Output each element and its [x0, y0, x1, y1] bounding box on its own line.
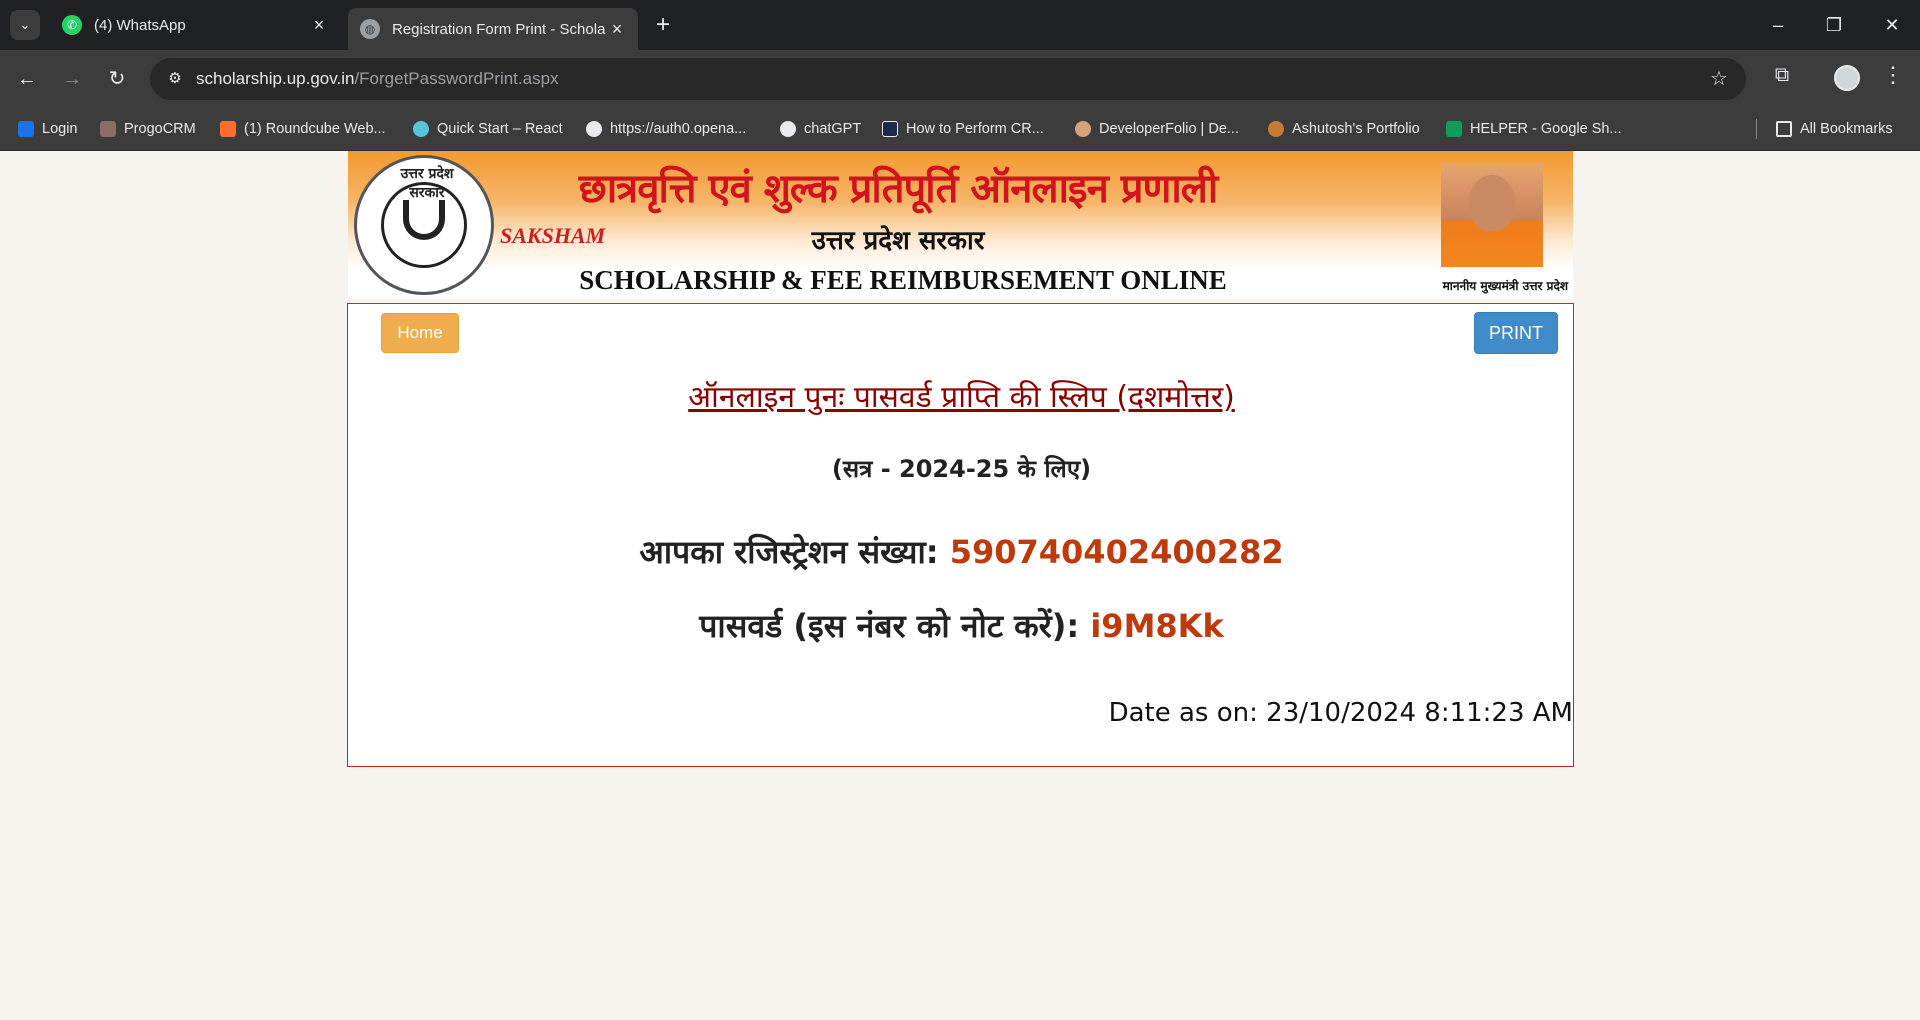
- restore-button[interactable]: ❐: [1814, 10, 1854, 40]
- cpanel-icon: [220, 121, 236, 137]
- bookmark-item[interactable]: DeveloperFolio | De...: [1075, 118, 1239, 140]
- banner-english-title: SCHOLARSHIP & FEE REIMBURSEMENT ONLINE S…: [579, 265, 1227, 299]
- bookmark-item[interactable]: How to Perform CR...: [882, 118, 1044, 140]
- extensions-icon[interactable]: ⧉: [1768, 64, 1796, 92]
- saksham-logo-text: SAKSHAM: [500, 223, 606, 248]
- banner-hindi-title: छात्रवृत्ति एवं शुल्क प्रतिपूर्ति ऑनलाइन…: [578, 166, 1218, 212]
- bookmark-item[interactable]: Login: [18, 118, 77, 140]
- password-row: पासवर्ड (इस नंबर को नोट करें): i9M8Kk: [348, 604, 1575, 647]
- password-slip-panel: Home PRINT ऑनलाइन पुनः पासवर्ड प्राप्ति …: [347, 303, 1574, 767]
- tab-title: Registration Form Print - Schola: [392, 20, 606, 38]
- banner-state-name: उत्तर प्रदेश सरकार: [811, 226, 985, 256]
- registration-number-row: आपका रजिस्ट्रेशन संख्या: 590740402400282: [348, 530, 1575, 573]
- avatar[interactable]: [1834, 65, 1860, 91]
- chief-minister-photo: [1441, 163, 1543, 267]
- url-text[interactable]: scholarship.up.gov.in/ForgetPasswordPrin…: [196, 69, 559, 89]
- tab-registration-form[interactable]: ◍ Registration Form Print - Schola ×: [348, 8, 638, 50]
- all-bookmarks-button[interactable]: All Bookmarks: [1776, 118, 1893, 140]
- portrait-face: [1469, 175, 1515, 231]
- folder-icon: [1776, 121, 1792, 137]
- home-button[interactable]: Home: [381, 313, 459, 353]
- tab-search-icon[interactable]: ⌄: [10, 10, 40, 40]
- close-icon[interactable]: ×: [310, 15, 328, 36]
- minimize-button[interactable]: –: [1758, 10, 1798, 40]
- registration-number: 590740402400282: [949, 533, 1284, 571]
- emblem-bow: [403, 200, 445, 240]
- bookmark-item[interactable]: ProgoCRM: [100, 118, 196, 140]
- bookmark-item[interactable]: HELPER - Google Sh...: [1446, 118, 1622, 140]
- whatsapp-icon: ✆: [62, 15, 82, 35]
- bookmark-item[interactable]: (1) Roundcube Web...: [220, 118, 386, 140]
- bookmark-label: ProgoCRM: [124, 121, 196, 137]
- page-viewport: उत्तर प्रदेश सरकार SAKSHAM छात्रवृत्ति ए…: [0, 151, 1920, 1020]
- sheets-icon: [1446, 121, 1462, 137]
- react-icon: [413, 121, 429, 137]
- site-info-icon[interactable]: ⚙: [162, 66, 188, 92]
- bookmark-label: Login: [42, 121, 78, 137]
- header-banner: उत्तर प्रदेश सरकार SAKSHAM छात्रवृत्ति ए…: [348, 151, 1573, 299]
- appwrite-icon: [882, 121, 898, 137]
- url-path: /ForgetPasswordPrint.aspx: [354, 69, 559, 88]
- bookmark-label: DeveloperFolio | De...: [1099, 121, 1239, 137]
- page-title: ऑनलाइन पुनः पासवर्ड प्राप्ति की स्लिप (द…: [688, 380, 1235, 415]
- bookmark-star-icon[interactable]: ☆: [1706, 66, 1732, 92]
- bookmark-label: How to Perform CR...: [906, 121, 1044, 137]
- globe-icon: ◍: [360, 19, 380, 39]
- date-row: Date as on: 23/10/2024 8:11:23 AM: [1109, 698, 1573, 728]
- bookmark-item[interactable]: Ashutosh's Portfolio: [1268, 118, 1420, 140]
- url-host: scholarship.up.gov.in: [196, 69, 355, 88]
- bookmark-label: Quick Start – React: [437, 121, 563, 137]
- back-button[interactable]: ←: [12, 64, 42, 94]
- bookmark-label: chatGPT: [804, 121, 862, 137]
- date-label: Date as on:: [1108, 698, 1258, 728]
- portfolio-icon: [1268, 121, 1284, 137]
- password-value: i9M8Kk: [1090, 607, 1224, 645]
- bookmark-item[interactable]: https://auth0.opena...: [586, 118, 746, 140]
- address-bar[interactable]: ⚙ scholarship.up.gov.in/ForgetPasswordPr…: [150, 58, 1746, 100]
- bookmark-label: HELPER - Google Sh...: [1470, 121, 1622, 137]
- progocrm-icon: [100, 121, 116, 137]
- date-value: 23/10/2024 8:11:23 AM: [1266, 698, 1573, 728]
- password-label: पासवर्ड (इस नंबर को नोट करें):: [699, 607, 1080, 645]
- browser-toolbar: ← → ↻ ⚙ scholarship.up.gov.in/ForgetPass…: [0, 50, 1920, 107]
- bookmark-label: https://auth0.opena...: [610, 121, 747, 137]
- bookmark-label: (1) Roundcube Web...: [244, 121, 386, 137]
- up-emblem-logo: उत्तर प्रदेश सरकार: [354, 155, 494, 295]
- bookmarks-divider: [1756, 119, 1757, 139]
- print-button[interactable]: PRINT: [1474, 312, 1558, 354]
- bookmark-item[interactable]: Quick Start – React: [413, 118, 563, 140]
- bookmark-item[interactable]: chatGPT: [780, 118, 861, 140]
- menu-icon[interactable]: ⋮: [1880, 62, 1906, 92]
- tab-whatsapp[interactable]: ✆ (4) WhatsApp ×: [50, 8, 340, 42]
- avatar-icon: [1075, 121, 1091, 137]
- registration-label: आपका रजिस्ट्रेशन संख्या:: [639, 533, 939, 571]
- session-text: (सत्र - 2024-25 के लिए): [831, 455, 1092, 483]
- close-window-button[interactable]: ✕: [1872, 10, 1912, 40]
- close-icon[interactable]: ×: [608, 19, 626, 40]
- new-tab-button[interactable]: +: [650, 12, 676, 38]
- bookmarks-bar: Login ProgoCRM (1) Roundcube Web... Quic…: [0, 107, 1920, 151]
- tab-title: (4) WhatsApp: [94, 16, 186, 34]
- forward-button[interactable]: →: [57, 64, 87, 94]
- openai-icon: [780, 121, 796, 137]
- login-icon: [18, 121, 34, 137]
- bookmark-label: All Bookmarks: [1800, 121, 1893, 137]
- tab-strip: ⌄ ✆ (4) WhatsApp × ◍ Registration Form P…: [0, 0, 1920, 50]
- chief-minister-caption: माननीय मुख्यमंत्री उत्तर प्रदेश: [1442, 279, 1568, 293]
- reload-button[interactable]: ↻: [102, 64, 132, 94]
- openai-icon: [586, 121, 602, 137]
- bookmark-label: Ashutosh's Portfolio: [1292, 121, 1420, 137]
